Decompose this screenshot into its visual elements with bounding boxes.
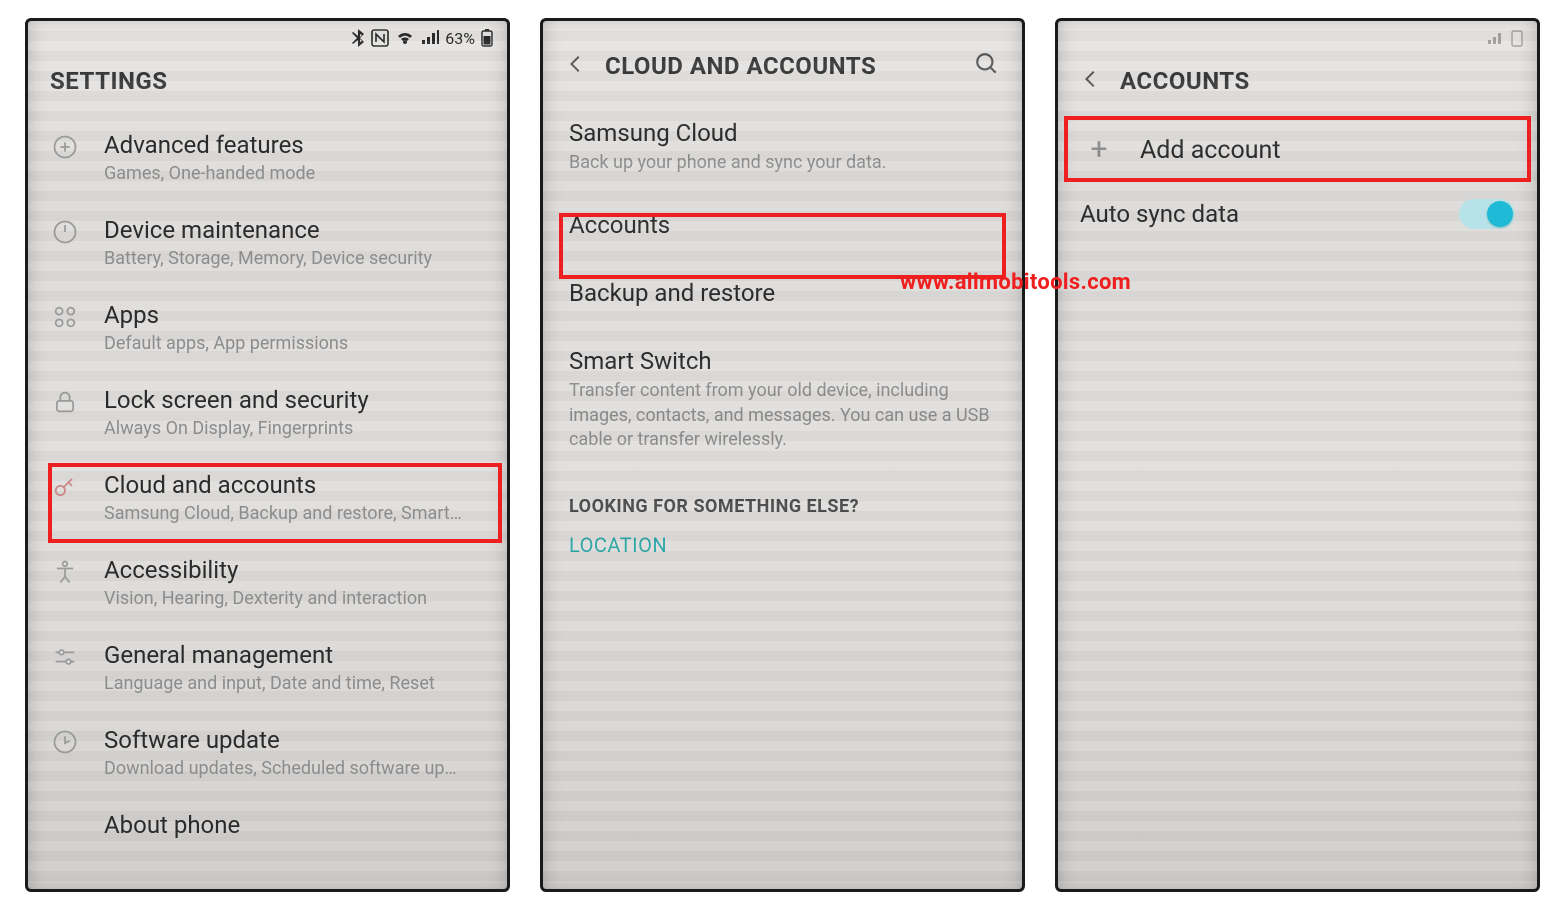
screen-header: CLOUD AND ACCOUNTS (543, 21, 1022, 101)
watermark-text: www.allmobitools.com (900, 270, 1131, 295)
item-subtitle: Battery, Storage, Memory, Device securit… (104, 248, 487, 269)
item-title: Smart Switch (569, 347, 996, 375)
item-title: Accessibility (104, 556, 487, 584)
settings-item-device-maintenance[interactable]: Device maintenance Battery, Storage, Mem… (28, 200, 507, 285)
phone-screen-cloud-accounts: CLOUD AND ACCOUNTS Samsung Cloud Back up… (540, 18, 1025, 892)
auto-sync-label: Auto sync data (1080, 200, 1239, 228)
settings-item-lock-screen[interactable]: Lock screen and security Always On Displ… (28, 370, 507, 455)
bluetooth-icon (351, 29, 365, 47)
item-title: Accounts (569, 211, 996, 239)
item-title: Software update (104, 726, 487, 754)
apps-grid-icon (48, 301, 82, 331)
page-title: SETTINGS (50, 67, 168, 95)
power-icon (48, 216, 82, 246)
item-title: Apps (104, 301, 487, 329)
sliders-icon (48, 641, 82, 671)
back-icon[interactable] (1080, 68, 1102, 94)
item-title: General management (104, 641, 487, 669)
cloud-item-samsung-cloud[interactable]: Samsung Cloud Back up your phone and syn… (543, 101, 1022, 193)
auto-sync-row[interactable]: Auto sync data (1058, 185, 1537, 243)
item-title: Lock screen and security (104, 386, 487, 414)
screenshot-triptych: 63% SETTINGS Advanced features Games, On… (0, 0, 1565, 910)
looking-for-label: LOOKING FOR SOMETHING ELSE? (543, 470, 1022, 523)
signal-icon (421, 30, 439, 46)
auto-sync-toggle[interactable] (1459, 199, 1515, 229)
info-icon (48, 811, 82, 813)
add-account-row[interactable]: + Add account (1058, 115, 1537, 185)
item-subtitle: Always On Display, Fingerprints (104, 418, 487, 439)
settings-item-software-update[interactable]: Software update Download updates, Schedu… (28, 710, 507, 795)
phone-screen-settings: 63% SETTINGS Advanced features Games, On… (25, 18, 510, 892)
lock-icon (48, 386, 82, 416)
screen-header: ACCOUNTS (1058, 55, 1537, 115)
item-subtitle: Language and input, Date and time, Reset (104, 673, 487, 694)
page-title: ACCOUNTS (1120, 67, 1250, 95)
plus-icon: + (1084, 135, 1114, 165)
item-subtitle: Back up your phone and sync your data. (569, 151, 996, 175)
item-subtitle: Default apps, App permissions (104, 333, 487, 354)
status-bar (1058, 21, 1537, 55)
accessibility-icon (48, 556, 82, 586)
key-icon (48, 471, 82, 501)
battery-icon (1511, 29, 1523, 47)
item-title: Device maintenance (104, 216, 487, 244)
item-subtitle: Transfer content from your old device, i… (569, 379, 996, 452)
settings-list: Advanced features Games, One-handed mode… (28, 115, 507, 849)
screen-header: SETTINGS (28, 55, 507, 115)
item-subtitle: Vision, Hearing, Dexterity and interacti… (104, 588, 487, 609)
nfc-icon (371, 29, 389, 47)
status-bar: 63% (28, 21, 507, 55)
cloud-item-smart-switch[interactable]: Smart Switch Transfer content from your … (543, 329, 1022, 470)
update-icon (48, 726, 82, 756)
item-title: Advanced features (104, 131, 487, 159)
gear-plus-icon (48, 131, 82, 161)
settings-item-general-management[interactable]: General management Language and input, D… (28, 625, 507, 710)
settings-item-cloud-accounts[interactable]: Cloud and accounts Samsung Cloud, Backup… (28, 455, 507, 540)
phone-screen-accounts: ACCOUNTS + Add account Auto sync data (1055, 18, 1540, 892)
item-subtitle: Download updates, Scheduled software up… (104, 758, 487, 779)
battery-icon (481, 29, 493, 47)
search-icon[interactable] (974, 51, 1000, 81)
location-link[interactable]: LOCATION (543, 523, 1022, 567)
page-title: CLOUD AND ACCOUNTS (605, 52, 876, 80)
add-account-label: Add account (1140, 136, 1281, 165)
item-subtitle: Samsung Cloud, Backup and restore, Smart… (104, 503, 487, 524)
cloud-item-accounts[interactable]: Accounts (543, 193, 1022, 261)
item-subtitle: Games, One-handed mode (104, 163, 487, 184)
wifi-icon (395, 30, 415, 46)
item-title: Cloud and accounts (104, 471, 487, 499)
settings-item-advanced-features[interactable]: Advanced features Games, One-handed mode (28, 115, 507, 200)
signal-icon (1487, 30, 1505, 46)
settings-item-accessibility[interactable]: Accessibility Vision, Hearing, Dexterity… (28, 540, 507, 625)
item-title: Samsung Cloud (569, 119, 996, 147)
battery-percent: 63% (445, 29, 475, 48)
back-icon[interactable] (565, 53, 587, 79)
item-title: About phone (104, 811, 487, 839)
settings-item-about-phone[interactable]: About phone (28, 795, 507, 849)
settings-item-apps[interactable]: Apps Default apps, App permissions (28, 285, 507, 370)
